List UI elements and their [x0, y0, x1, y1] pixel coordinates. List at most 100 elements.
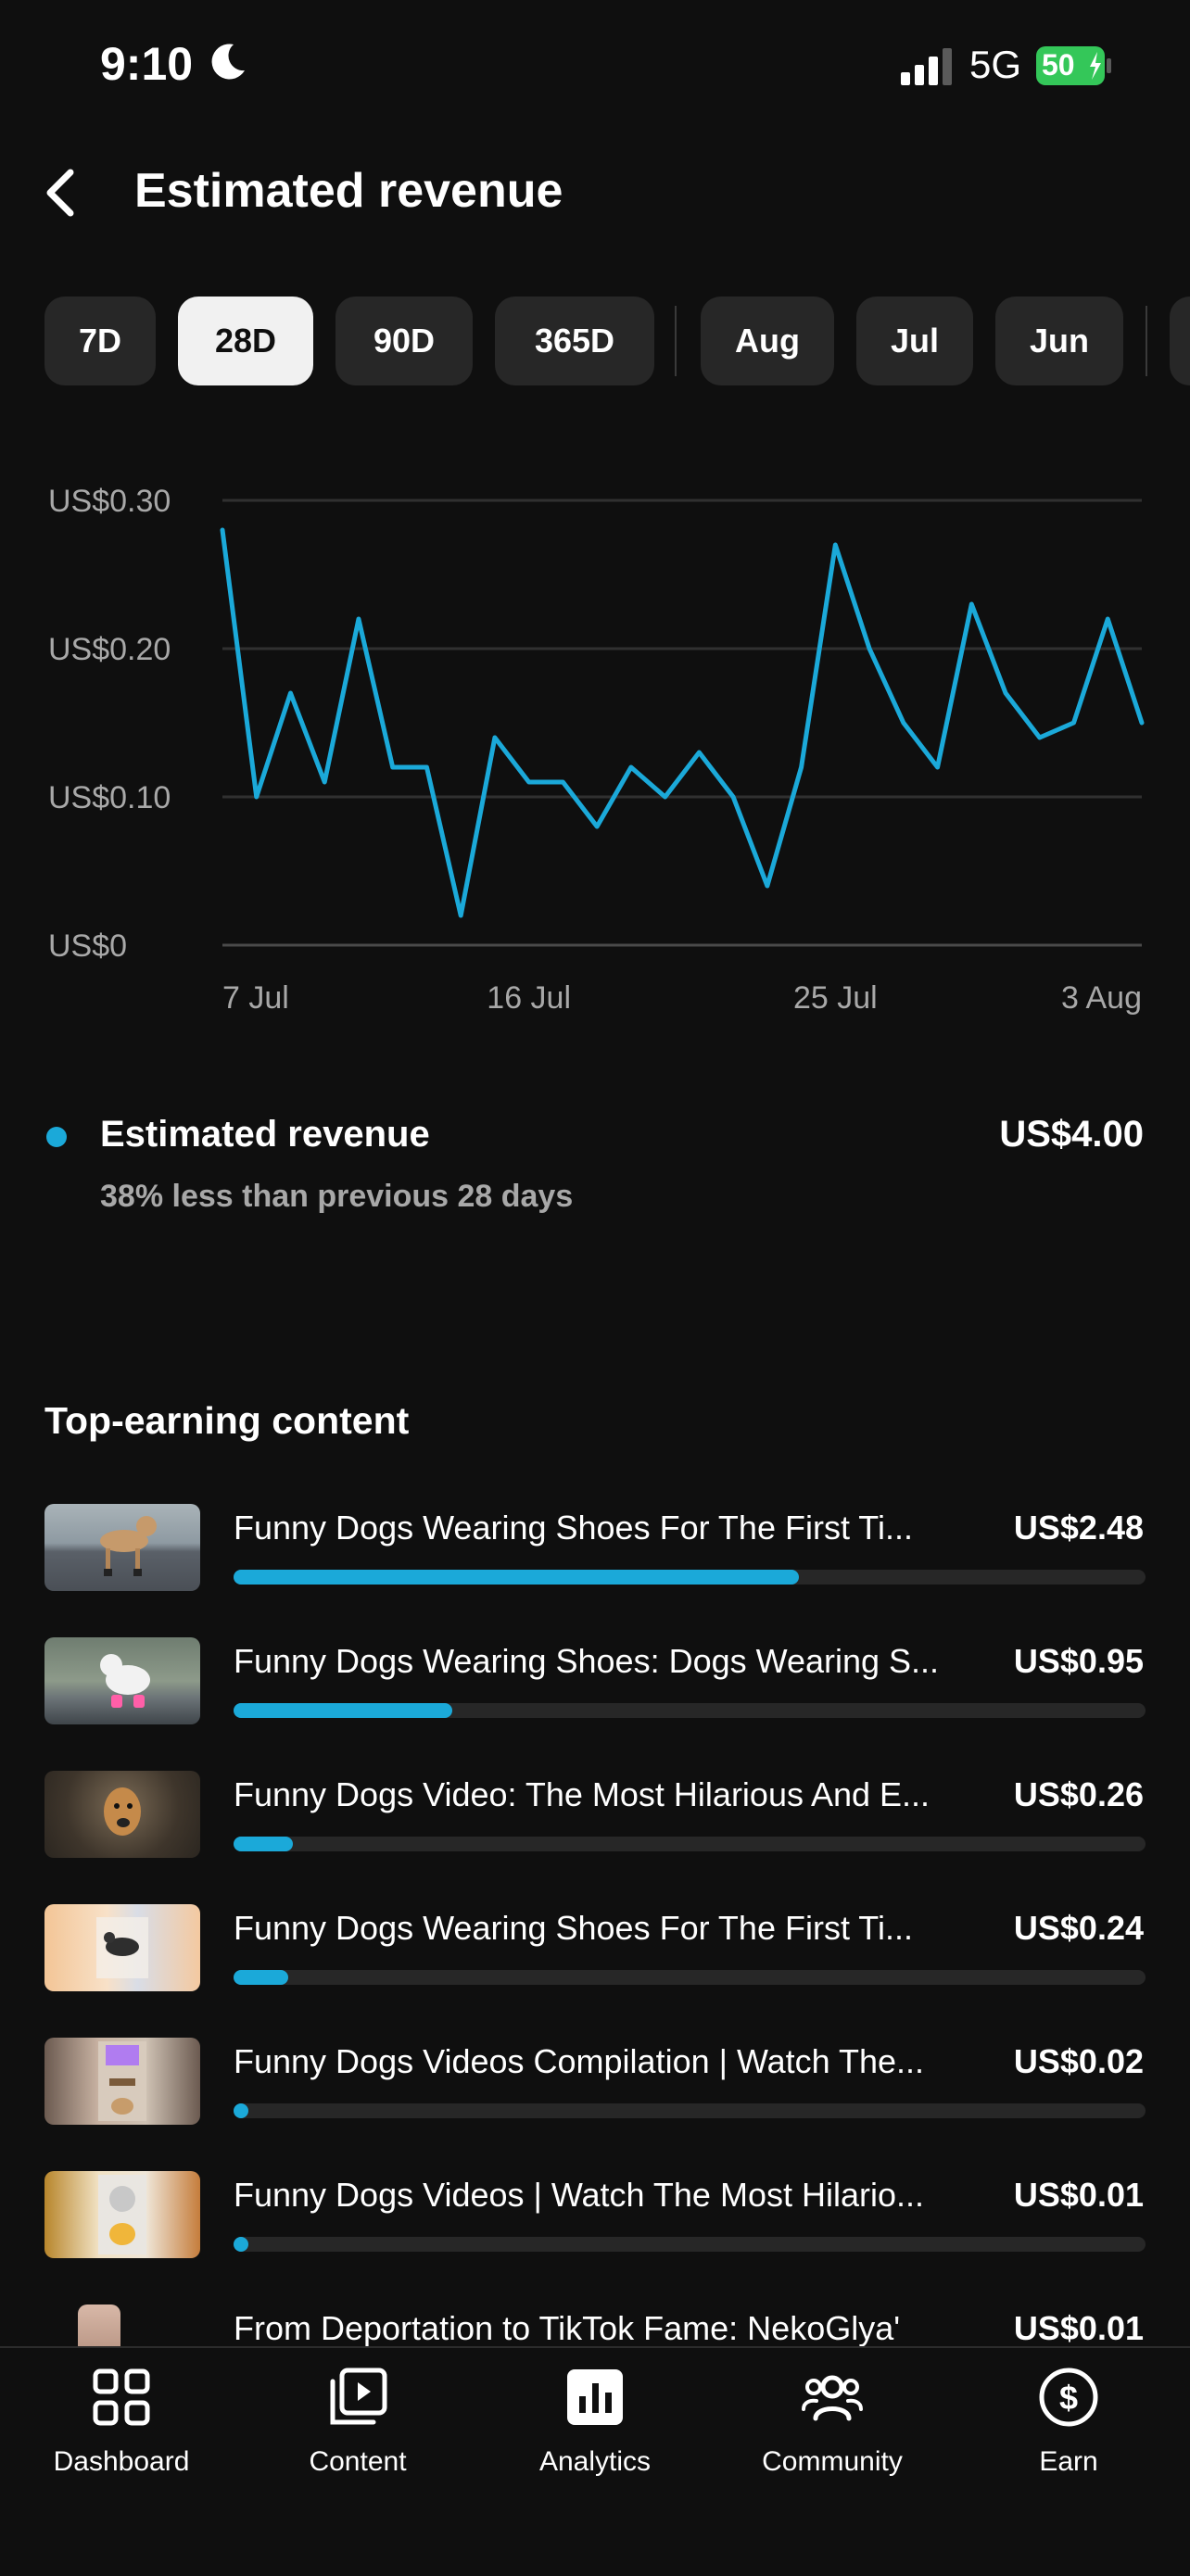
- nav-label: Earn: [1039, 2446, 1098, 2477]
- series-legend-dot: [46, 1127, 67, 1147]
- list-item[interactable]: From Deportation to TikTok Fame: NekoGly…: [0, 2302, 1190, 2346]
- video-thumbnail: [78, 2305, 120, 2346]
- chip-divider: [675, 306, 677, 376]
- y-tick-label: US$0.10: [48, 780, 171, 815]
- data-point: [799, 765, 804, 769]
- period-chip-90d[interactable]: 90D: [335, 297, 473, 385]
- x-tick-label: 16 Jul: [487, 980, 571, 1016]
- share-bar: [234, 1970, 1146, 1985]
- earn-icon: $: [1039, 2368, 1098, 2427]
- back-button[interactable]: [37, 165, 93, 221]
- share-bar: [234, 1703, 1146, 1718]
- data-point: [1037, 736, 1042, 739]
- data-point: [867, 647, 872, 650]
- data-point: [424, 765, 429, 769]
- data-point: [595, 825, 600, 828]
- video-thumbnail: [44, 2038, 200, 2125]
- nav-content[interactable]: Content: [239, 2348, 476, 2506]
- y-tick-label: US$0.30: [48, 484, 171, 519]
- data-point: [628, 765, 633, 769]
- status-bar: 9:10 5G 50: [0, 0, 1190, 134]
- video-thumbnail: [44, 1904, 200, 1991]
- list-item[interactable]: Funny Dogs Wearing Shoes For The First T…: [0, 1501, 1190, 1594]
- data-point: [323, 780, 327, 784]
- nav-label: Dashboard: [53, 2446, 190, 2477]
- item-value: US$2.48: [1013, 1509, 1144, 1547]
- data-point: [1140, 721, 1144, 725]
- revenue-series-line: [220, 527, 1145, 918]
- item-title: Funny Dogs Wearing Shoes For The First T…: [234, 1509, 913, 1547]
- moon-icon: [211, 44, 245, 80]
- data-point: [969, 602, 974, 606]
- period-chip-28d[interactable]: 28D: [178, 297, 313, 385]
- nav-community[interactable]: Community: [714, 2348, 951, 2506]
- signal-icon: [901, 48, 952, 85]
- item-value: US$0.02: [1013, 2042, 1144, 2080]
- summary-label: Estimated revenue: [100, 1114, 430, 1155]
- x-tick-label: 3 Aug: [1061, 980, 1142, 1016]
- nav-dashboard[interactable]: Dashboard: [3, 2348, 240, 2506]
- data-point: [356, 617, 361, 621]
- item-title: Funny Dogs Wearing Shoes: Dogs Wearing S…: [234, 1642, 940, 1680]
- y-tick-label: US$0: [48, 928, 127, 964]
- dashboard-icon: [93, 2368, 150, 2426]
- data-point: [526, 780, 531, 784]
- nav-analytics[interactable]: Analytics: [476, 2348, 714, 2506]
- share-bar-fill: [234, 1570, 800, 1585]
- data-point: [697, 751, 702, 754]
- x-tick-label: 25 Jul: [793, 980, 878, 1016]
- chip-divider: [1146, 306, 1147, 376]
- list-item[interactable]: Funny Dogs Video: The Most Hilarious And…: [0, 1768, 1190, 1861]
- period-chip-365d[interactable]: 365D: [495, 297, 654, 385]
- data-point: [1004, 691, 1008, 695]
- item-value: US$0.26: [1013, 1775, 1144, 1813]
- nav-label: Content: [309, 2446, 407, 2477]
- revenue-line-chart: US$0.30 US$0.20 US$0.10 US$0 7 Jul 16 Jul 25 J…: [48, 484, 1145, 1016]
- summary-comparison: 38% less than previous 28 days: [100, 1179, 574, 1214]
- data-point: [1106, 617, 1110, 621]
- share-bar-fill: [234, 1837, 293, 1851]
- period-chip-more[interactable]: [1170, 297, 1190, 385]
- list-item[interactable]: Funny Dogs Wearing Shoes For The First T…: [0, 1901, 1190, 1994]
- data-point: [492, 736, 497, 739]
- item-title: Funny Dogs Wearing Shoes For The First T…: [234, 1909, 913, 1947]
- list-item[interactable]: Funny Dogs Videos Compilation | Watch Th…: [0, 2035, 1190, 2128]
- svg-text:$: $: [1059, 2379, 1078, 2417]
- top-content-list: Funny Dogs Wearing Shoes For The First T…: [0, 1501, 1190, 2346]
- summary-value: US$4.00: [999, 1114, 1144, 1155]
- video-thumbnail: [44, 2171, 200, 2258]
- community-icon: [802, 2375, 863, 2421]
- share-bar-fill: [234, 2103, 248, 2118]
- period-selector: 7D 28D 90D 365D Aug Jul Jun: [0, 297, 1190, 387]
- share-bar-fill: [234, 1703, 453, 1718]
- nav-label: Community: [762, 2446, 903, 2477]
- x-tick-label: 7 Jul: [222, 980, 289, 1016]
- period-chip-jun[interactable]: Jun: [995, 297, 1123, 385]
- header: Estimated revenue: [0, 148, 1190, 241]
- period-chip-aug[interactable]: Aug: [701, 297, 834, 385]
- y-tick-label: US$0.20: [48, 632, 171, 667]
- item-title: Funny Dogs Video: The Most Hilarious And…: [234, 1775, 930, 1813]
- analytics-icon: [567, 2369, 623, 2425]
- revenue-summary: Estimated revenue US$4.00 38% less than …: [0, 1103, 1190, 1232]
- data-point: [459, 914, 463, 917]
- share-bar: [234, 2103, 1146, 2118]
- nav-label: Analytics: [538, 2446, 652, 2477]
- item-value: US$0.24: [1013, 1909, 1144, 1947]
- data-point: [901, 721, 905, 725]
- list-item[interactable]: Funny Dogs Wearing Shoes: Dogs Wearing S…: [0, 1635, 1190, 1727]
- revenue-chart: US$0.30 US$0.20 US$0.10 US$0 7 Jul 16 Jul 25 J…: [0, 463, 1190, 1056]
- period-chip-7d[interactable]: 7D: [44, 297, 156, 385]
- data-point: [254, 795, 259, 799]
- data-point: [935, 765, 940, 769]
- nav-earn[interactable]: $ Earn: [950, 2348, 1187, 2506]
- data-point: [288, 691, 293, 695]
- period-chip-jul[interactable]: Jul: [856, 297, 973, 385]
- data-point: [731, 795, 736, 799]
- item-title: Funny Dogs Videos | Watch The Most Hilar…: [234, 2176, 924, 2214]
- status-time: 9:10: [100, 38, 194, 90]
- data-point: [390, 765, 395, 769]
- list-item[interactable]: Funny Dogs Videos | Watch The Most Hilar…: [0, 2168, 1190, 2261]
- share-bar-fill: [234, 1970, 289, 1985]
- content-icon: [330, 2368, 387, 2425]
